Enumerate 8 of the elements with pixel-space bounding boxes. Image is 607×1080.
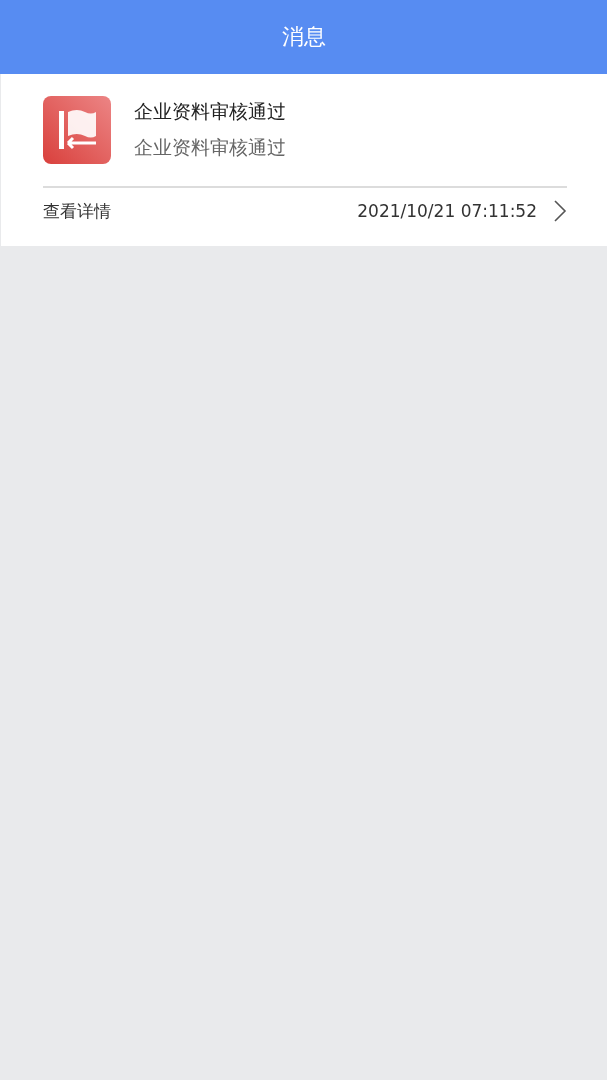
message-title: 企业资料审核通过	[134, 99, 286, 124]
flag-icon	[43, 96, 111, 164]
chevron-right-icon	[553, 199, 567, 223]
page-title: 消息	[281, 23, 326, 51]
message-card[interactable]: 企业资料审核通过 企业资料审核通过 查看详情 2021/10/21 07:11:52	[1, 74, 607, 246]
message-body: 企业资料审核通过	[134, 135, 286, 160]
view-details-link[interactable]: 查看详情	[43, 199, 111, 223]
message-time: 2021/10/21 07:11:52	[357, 201, 537, 221]
